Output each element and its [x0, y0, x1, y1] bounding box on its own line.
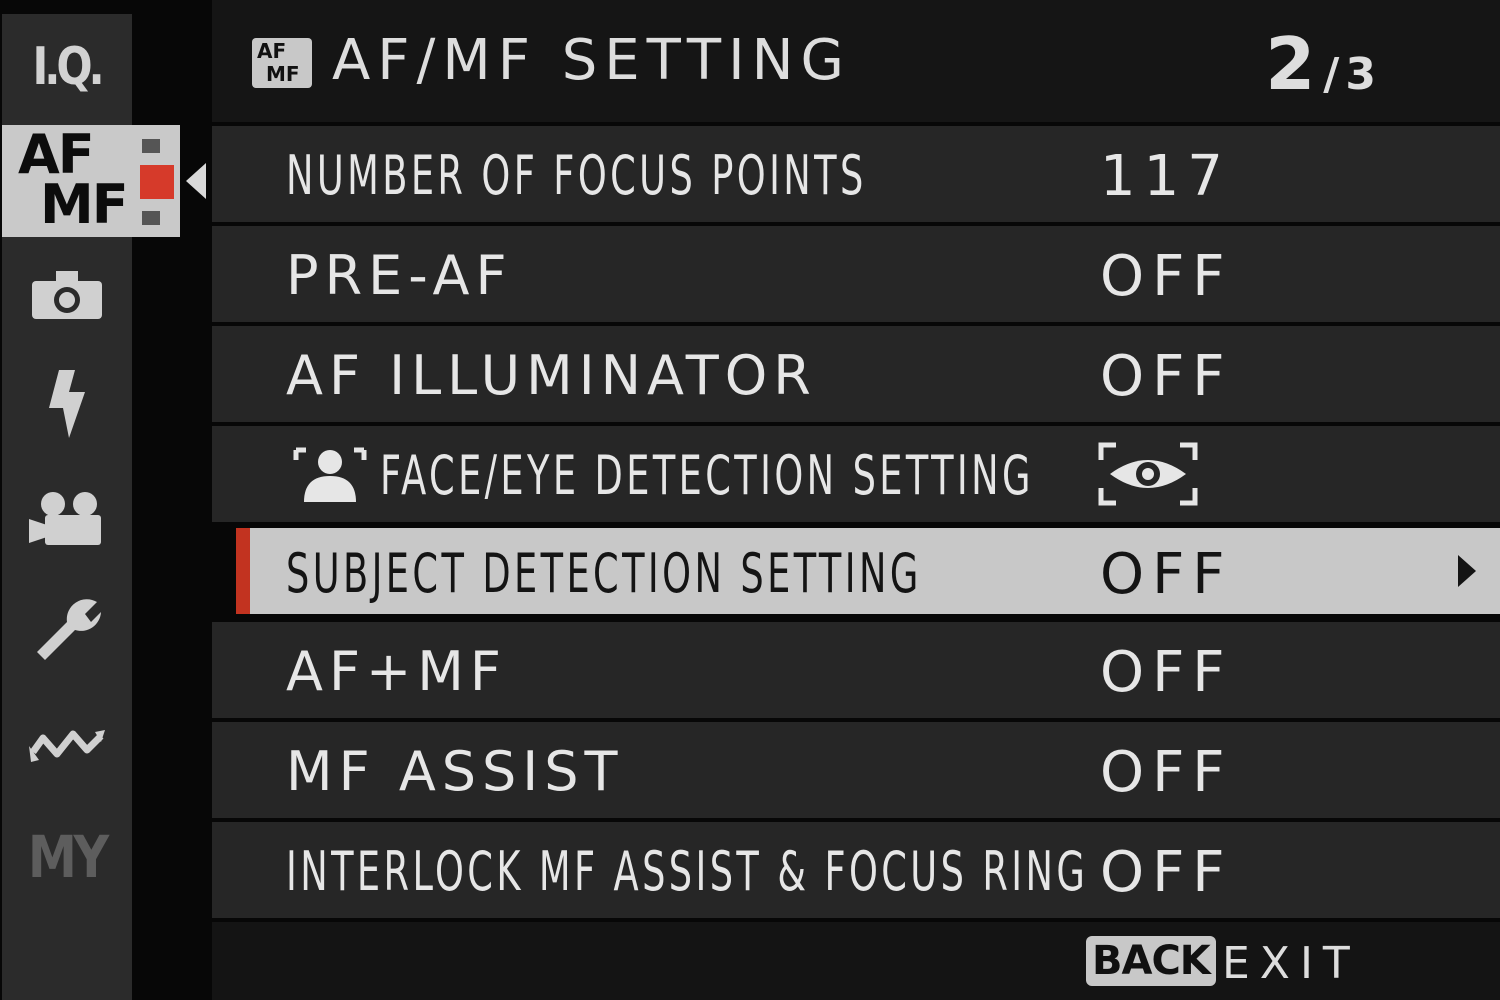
menu-row-value: 117: [1100, 144, 1231, 209]
image-quality-label: I.Q.: [32, 37, 105, 97]
connection-wave-icon: [29, 730, 105, 762]
page-current: 2: [1265, 22, 1316, 106]
menu-row-face-eye-detection[interactable]: FACE/EYE DETECTION SETTING: [212, 426, 1500, 522]
page-total: 3: [1345, 49, 1376, 100]
level-bar: [142, 139, 160, 153]
afmf-tab-label: AF MF: [18, 123, 129, 236]
sidebar-item-movie[interactable]: [2, 474, 132, 564]
sidebar-item-image-quality[interactable]: I.Q.: [2, 22, 132, 112]
sidebar-item-flash[interactable]: [2, 359, 132, 449]
submenu-arrow-icon: [1458, 555, 1476, 587]
menu-row-pre-af[interactable]: PRE-AF OFF: [212, 226, 1500, 322]
eye-detection-icon: [1098, 442, 1198, 506]
sidebar-item-afmf[interactable]: AF MF: [2, 125, 180, 237]
afmf-header-icon: AF MF: [252, 38, 312, 88]
active-tab-pointer-icon: [186, 163, 206, 199]
menu-row-label: PRE-AF: [286, 244, 513, 307]
menu-row-label: INTERLOCK MF ASSIST & FOCUS RING: [286, 840, 1089, 903]
menu-header: AF MF AF/MF SETTING 2/3: [212, 0, 1500, 122]
level-bar-selected: [140, 165, 174, 199]
sidebar-item-connection[interactable]: [2, 699, 132, 789]
exit-label: EXIT: [1222, 938, 1360, 989]
sidebar-item-my-menu[interactable]: MY: [2, 812, 132, 902]
sidebar-item-shooting[interactable]: [2, 250, 132, 340]
menu-row-label: SUBJECT DETECTION SETTING: [286, 542, 922, 605]
menu-row-label: NUMBER OF FOCUS POINTS: [286, 144, 867, 207]
level-bar: [142, 211, 160, 225]
menu-row-label: FACE/EYE DETECTION SETTING: [380, 444, 1034, 507]
menu-footer: BACK EXIT: [212, 922, 1500, 1000]
menu-row-value: OFF: [1100, 542, 1233, 607]
wrench-icon: [37, 599, 101, 660]
menu-row-value: OFF: [1100, 840, 1233, 905]
back-button[interactable]: BACK: [1086, 936, 1216, 986]
page-separator: /: [1323, 49, 1340, 100]
menu-row-value: OFF: [1100, 244, 1233, 309]
menu-row-interlock-mf-assist[interactable]: INTERLOCK MF ASSIST & FOCUS RING OFF: [212, 822, 1500, 918]
sidebar-item-setup[interactable]: [2, 582, 132, 672]
submenu-level-indicator: [140, 135, 174, 229]
menu-row-mf-assist[interactable]: MF ASSIST OFF: [212, 722, 1500, 818]
face-detection-icon: [293, 447, 367, 502]
page-title: AF/MF SETTING: [332, 28, 851, 93]
menu-row-subject-detection[interactable]: SUBJECT DETECTION SETTING OFF: [236, 528, 1500, 614]
menu-row-af-illuminator[interactable]: AF ILLUMINATOR OFF: [212, 326, 1500, 422]
menu-row-value: OFF: [1100, 640, 1233, 705]
settings-list: NUMBER OF FOCUS POINTS 117 PRE-AF OFF AF…: [212, 126, 1500, 922]
flash-icon: [49, 370, 85, 438]
menu-row-label: AF+MF: [286, 640, 507, 703]
camera-icon: [32, 271, 102, 319]
menu-row-value: OFF: [1100, 740, 1233, 805]
page-indicator: 2/3: [1265, 22, 1376, 106]
movie-camera-icon: [29, 492, 101, 545]
selection-marker: [236, 528, 250, 614]
menu-row-number-of-focus-points[interactable]: NUMBER OF FOCUS POINTS 117: [212, 126, 1500, 222]
menu-row-value: OFF: [1100, 344, 1233, 409]
menu-row-label: AF ILLUMINATOR: [286, 344, 817, 407]
my-menu-label: MY: [28, 823, 109, 891]
menu-row-af-plus-mf[interactable]: AF+MF OFF: [212, 622, 1500, 718]
menu-row-label: MF ASSIST: [286, 740, 624, 803]
